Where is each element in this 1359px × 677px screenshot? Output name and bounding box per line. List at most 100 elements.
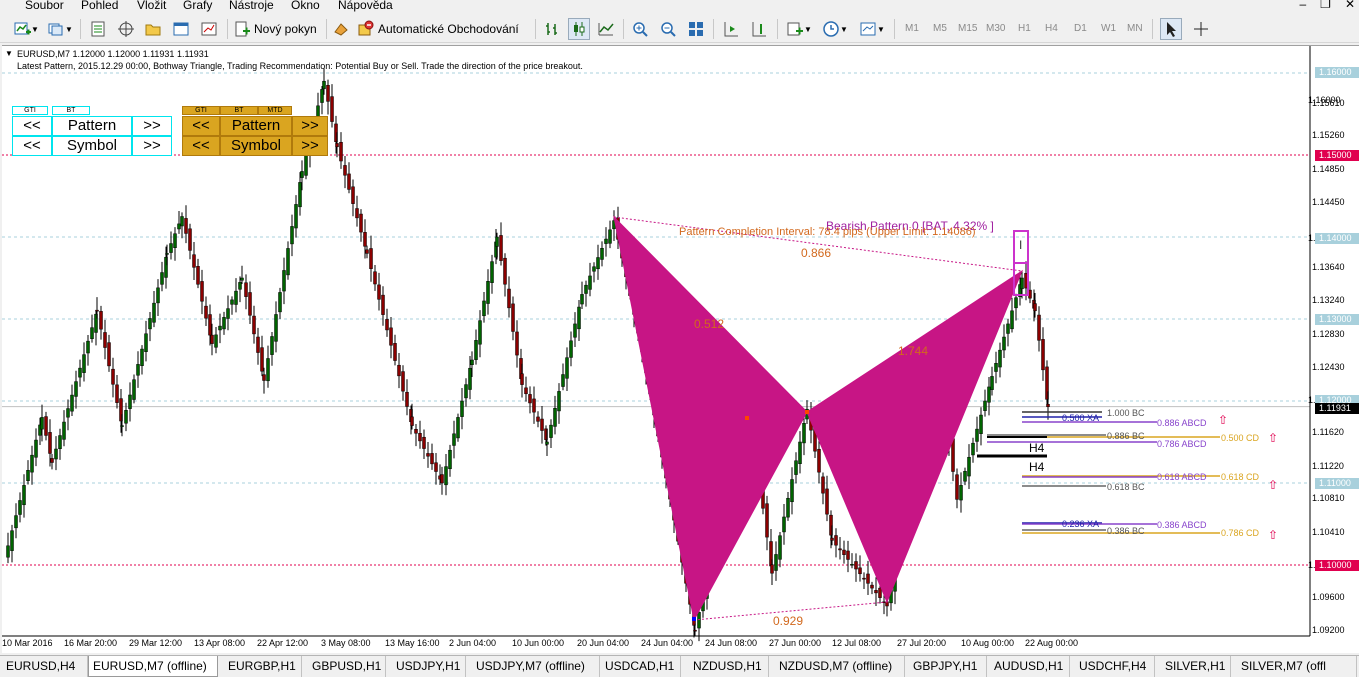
zoom-out-button[interactable] xyxy=(657,18,679,40)
next-symbol-button[interactable]: >> xyxy=(132,136,172,156)
tab-eurgbp-h1[interactable]: EURGBP,H1 xyxy=(224,656,302,677)
tab-eurusd-h4[interactable]: EURUSD,H4 xyxy=(2,656,88,677)
next-pattern-button[interactable]: >> xyxy=(132,116,172,136)
prev-pattern-button[interactable]: << xyxy=(12,116,52,136)
timeframe-h1[interactable]: H1 xyxy=(1018,23,1031,34)
close-icon[interactable]: ✕ xyxy=(1345,0,1355,11)
open-folder-button[interactable] xyxy=(142,18,164,40)
periods-button[interactable]: ▼ xyxy=(819,18,851,40)
pattern-button[interactable]: Pattern xyxy=(220,116,292,136)
bear-candle xyxy=(765,503,769,538)
tester-button[interactable] xyxy=(198,18,220,40)
bt-tag[interactable]: BT xyxy=(52,106,90,115)
bear-candle xyxy=(335,143,339,148)
restore-icon[interactable]: ❐ xyxy=(1320,0,1331,11)
crosshair-icon xyxy=(1194,22,1208,36)
prev-symbol-button[interactable]: << xyxy=(12,136,52,156)
candle-chart-button[interactable] xyxy=(568,18,590,40)
gti-tag[interactable]: GTI xyxy=(182,106,220,115)
symbol-button[interactable]: Symbol xyxy=(220,136,292,156)
bull-candle xyxy=(298,182,302,208)
tab-usdchf-h4[interactable]: USDCHF,H4 xyxy=(1075,656,1155,677)
autoscroll-button[interactable] xyxy=(720,18,742,40)
new-order-button[interactable]: Nový pokyn xyxy=(233,18,323,40)
chart-window[interactable]: ▼ EURUSD,M7 1.12000 1.12000 1.11931 1.11… xyxy=(2,45,1359,653)
tab-gbpusd-h1[interactable]: GBPUSD,H1 xyxy=(308,656,386,677)
gti-tag[interactable]: GTI xyxy=(12,106,48,115)
menu-help[interactable]: Nápověda xyxy=(338,0,393,13)
menu-insert[interactable]: Vložit xyxy=(137,0,166,13)
bull-candle xyxy=(282,270,286,292)
bear-candle xyxy=(515,331,519,356)
crosshair-button[interactable] xyxy=(1190,18,1212,40)
indicators-button[interactable]: ▼ xyxy=(783,18,815,40)
menu-file[interactable]: Soubor xyxy=(25,0,64,13)
time-label: 2 Jun 04:00 xyxy=(449,638,497,648)
bull-candle xyxy=(222,317,226,330)
prev-symbol-button[interactable]: << xyxy=(182,136,220,156)
bull-candle xyxy=(304,154,308,176)
bull-candle xyxy=(456,417,460,439)
tile-windows-button[interactable] xyxy=(685,18,707,40)
tab-silver-m7-offline[interactable]: SILVER,M7 (offl xyxy=(1237,656,1357,677)
menu-charts[interactable]: Grafy xyxy=(183,0,212,13)
chart-arrow-icon: ▼ xyxy=(5,49,13,58)
timeframe-m30[interactable]: M30 xyxy=(986,23,1005,34)
crosshair-nav-button[interactable] xyxy=(115,18,137,40)
bull-candle xyxy=(798,441,802,464)
line-chart-button[interactable] xyxy=(595,18,617,40)
market-watch-button[interactable] xyxy=(87,18,109,40)
timeframe-mn[interactable]: MN xyxy=(1127,23,1143,34)
tab-usdjpy-h1[interactable]: USDJPY,H1 xyxy=(392,656,466,677)
next-pattern-button[interactable]: >> xyxy=(292,116,328,136)
pattern-button[interactable]: Pattern xyxy=(52,116,132,136)
mtd-tag[interactable]: MTD xyxy=(258,106,292,115)
timeframe-w1[interactable]: W1 xyxy=(1101,23,1116,34)
tab-gbpjpy-h1[interactable]: GBPJPY,H1 xyxy=(909,656,987,677)
timeframe-m5[interactable]: M5 xyxy=(933,23,947,34)
toolbar-separator xyxy=(623,19,624,39)
bear-candle xyxy=(955,474,959,500)
bear-candle xyxy=(248,292,252,316)
timeframe-m15[interactable]: M15 xyxy=(958,23,977,34)
tab-usdcad-h1[interactable]: USDCAD,H1 xyxy=(601,656,681,677)
menu-view[interactable]: Pohled xyxy=(81,0,118,13)
symbol-button[interactable]: Symbol xyxy=(52,136,132,156)
bull-candle xyxy=(561,374,565,387)
bull-candle xyxy=(557,391,561,412)
prev-pattern-button[interactable]: << xyxy=(182,116,220,136)
tab-nzdusd-m7-offline[interactable]: NZDUSD,M7 (offline) xyxy=(775,656,905,677)
timeframe-h4[interactable]: H4 xyxy=(1045,23,1058,34)
expert-button[interactable] xyxy=(331,18,351,40)
chart-shift-button[interactable] xyxy=(748,18,770,40)
next-symbol-button[interactable]: >> xyxy=(292,136,328,156)
menu-tools[interactable]: Nástroje xyxy=(229,0,274,13)
terminal-button[interactable] xyxy=(170,18,192,40)
bar-chart-button[interactable] xyxy=(541,18,563,40)
tab-usdjpy-m7-offline[interactable]: USDJPY,M7 (offline) xyxy=(472,656,600,677)
profiles-button[interactable]: ▼ xyxy=(45,18,75,40)
bull-candle xyxy=(994,363,998,372)
timeframe-m1[interactable]: M1 xyxy=(905,23,919,34)
cursor-button[interactable] xyxy=(1160,18,1182,40)
menu-window[interactable]: Okno xyxy=(291,0,320,13)
bt-tag[interactable]: BT xyxy=(220,106,258,115)
minimize-icon[interactable]: – xyxy=(1299,0,1306,11)
auto-trading-button[interactable]: Automatické Obchodování xyxy=(357,18,527,40)
bear-candle xyxy=(99,311,103,330)
zoom-in-button[interactable] xyxy=(629,18,651,40)
timeframe-d1[interactable]: D1 xyxy=(1074,23,1087,34)
bull-candle xyxy=(34,439,38,458)
tab-silver-h1[interactable]: SILVER,H1 xyxy=(1161,656,1231,677)
tab-eurusd-m7-offline[interactable]: EURUSD,M7 (offline) xyxy=(88,656,218,677)
bull-candle xyxy=(983,400,987,411)
templates-button[interactable]: ▼ xyxy=(856,18,888,40)
tab-audusd-h1[interactable]: AUDUSD,H1 xyxy=(990,656,1070,677)
bull-candle xyxy=(320,89,324,103)
new-chart-button[interactable]: ▼ xyxy=(6,18,46,40)
chart-shift-icon xyxy=(752,22,766,37)
toolbar: ▼ ▼ Nový pokyn Automatické Obchodování ▼… xyxy=(0,14,1359,43)
bull-candle xyxy=(226,308,230,319)
tab-nzdusd-h1[interactable]: NZDUSD,H1 xyxy=(689,656,769,677)
bear-candle xyxy=(503,257,507,285)
